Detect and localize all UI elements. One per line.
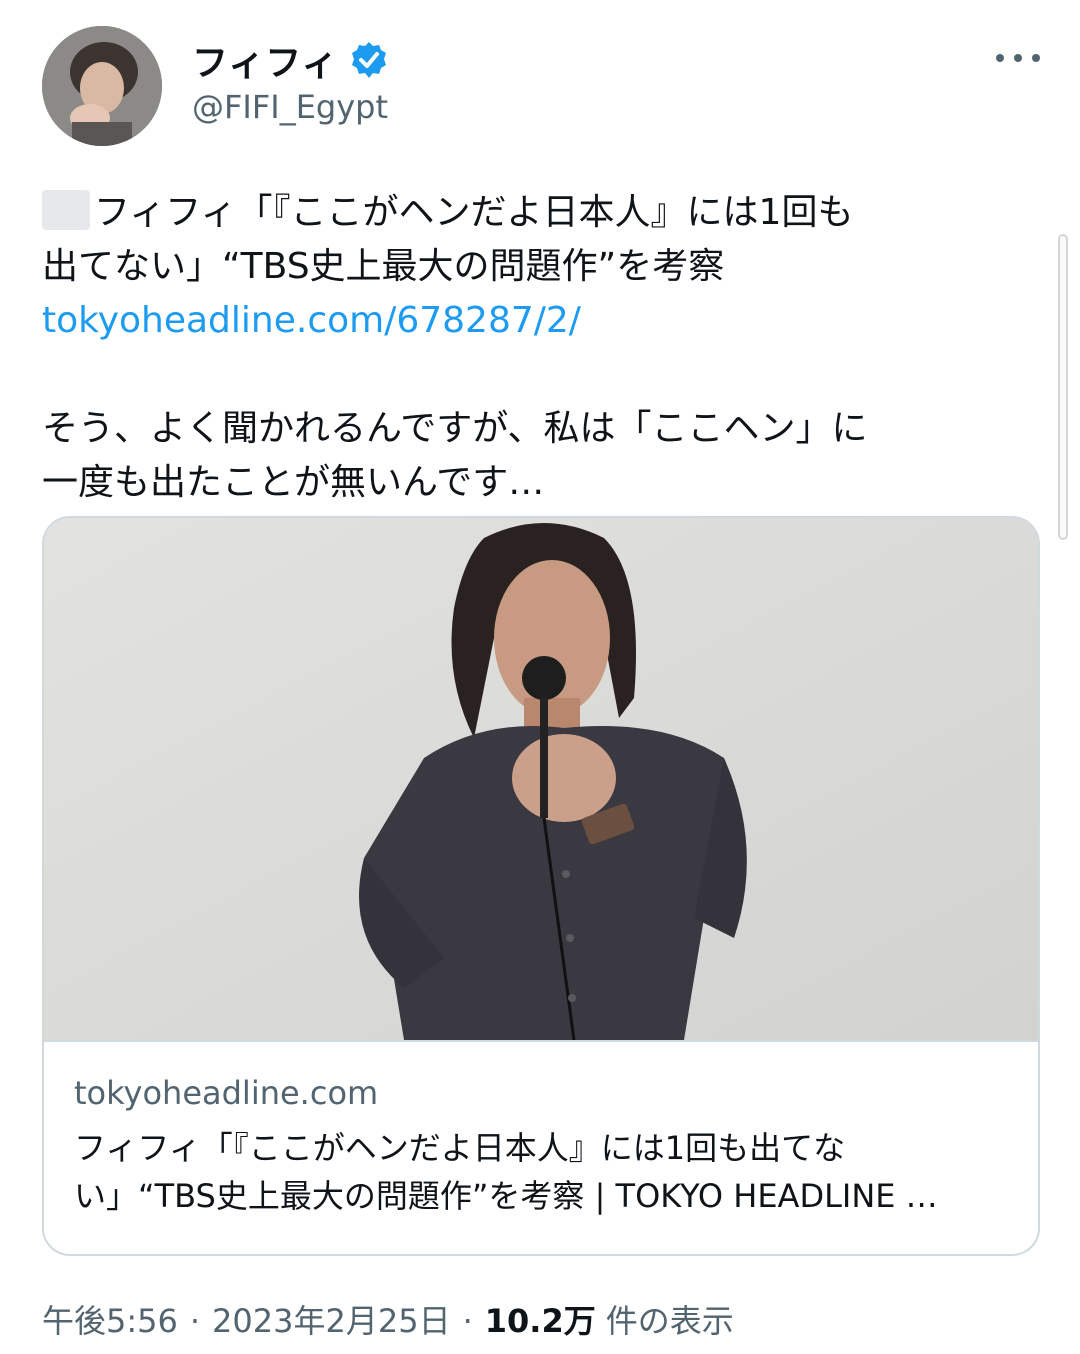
more-options-icon[interactable] [996, 46, 1040, 70]
tweet-meta: 午後5:56 · 2023年2月25日 · 10.2万 件の表示 [42, 1296, 734, 1342]
flag-emoji-icon [42, 190, 90, 230]
card-title: フィフィ「『ここがヘンだよ日本人』には1回も出てな い」“TBS史上最大の問題作… [74, 1129, 938, 1215]
more-dot [1032, 54, 1040, 62]
more-dot [1014, 54, 1022, 62]
display-name[interactable]: フィフィ [192, 34, 339, 86]
tweet-text: フィフィ「『ここがヘンだよ日本人』には1回も出てない」“TBS史上最大の問題作”… [42, 186, 1032, 510]
tweet-line: そう、よく聞かれるんですが、私は「ここヘン」に [42, 408, 868, 449]
meta-separator: · [189, 1302, 201, 1340]
tweet-line-text: フィフィ「『ここがヘンだよ日本人』には1回も [94, 192, 854, 233]
user-handle[interactable]: @FIFI_Egypt [192, 88, 388, 126]
tweet-time[interactable]: 午後5:56 [42, 1296, 178, 1342]
link-preview-card[interactable]: tokyoheadline.com フィフィ「『ここがヘンだよ日本人』には1回も… [42, 516, 1040, 1256]
card-divider [44, 1040, 1038, 1042]
meta-separator: · [462, 1302, 473, 1340]
card-domain: tokyoheadline.com [74, 1074, 379, 1112]
more-dot [996, 54, 1004, 62]
scrollbar[interactable] [1058, 234, 1068, 540]
verified-badge-icon [351, 42, 386, 78]
tweet-date[interactable]: 2023年2月25日 [212, 1296, 451, 1342]
avatar[interactable] [42, 26, 162, 146]
tweet-line: 一度も出たことが無いんです… [42, 462, 545, 503]
tweet-link[interactable]: tokyoheadline.com/678287/2/ [42, 294, 1032, 348]
card-image[interactable] [44, 518, 1038, 1040]
tweet-line: 出てない」“TBS史上最大の問題作”を考察 [42, 246, 725, 287]
views-count[interactable]: 10.2万 [485, 1296, 596, 1342]
views-label: 件の表示 [605, 1302, 734, 1340]
tweet-line: フィフィ「『ここがヘンだよ日本人』には1回も [42, 186, 1032, 240]
